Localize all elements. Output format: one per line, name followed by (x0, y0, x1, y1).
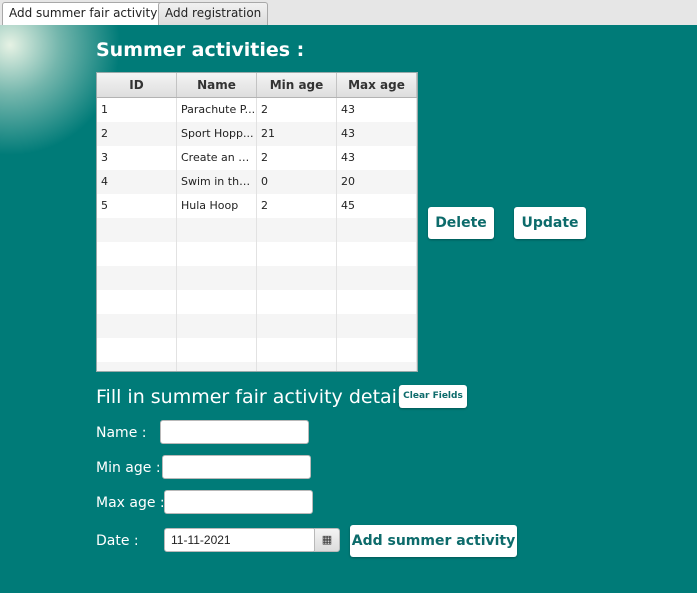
column-header-id[interactable]: ID (97, 73, 177, 97)
table-row[interactable] (97, 218, 417, 242)
table-cell (257, 218, 337, 242)
table-cell: 45 (337, 194, 417, 218)
table-cell: 43 (337, 98, 417, 122)
table-cell (97, 290, 177, 314)
table-cell: 4 (97, 170, 177, 194)
min-age-input[interactable] (162, 455, 311, 479)
table-row[interactable]: 1 Parachute P... 2 43 (97, 98, 417, 122)
table-row[interactable] (97, 338, 417, 362)
table-cell: 21 (257, 122, 337, 146)
table-cell (337, 290, 417, 314)
table-cell (177, 290, 257, 314)
tab-bar: Add summer fair activity✕ Add registrati… (0, 0, 697, 26)
table-cell (177, 338, 257, 362)
table-cell (177, 314, 257, 338)
delete-button[interactable]: Delete (428, 207, 494, 239)
table-cell: 20 (337, 170, 417, 194)
table-cell: 1 (97, 98, 177, 122)
table-row[interactable]: 3 Create an O... 2 43 (97, 146, 417, 170)
table-cell (337, 314, 417, 338)
table-cell (337, 362, 417, 371)
table-cell: 2 (257, 98, 337, 122)
form-title: Fill in summer fair activity details : (96, 386, 425, 408)
table-row[interactable] (97, 266, 417, 290)
table-cell: Hula Hoop (177, 194, 257, 218)
table-row[interactable]: 2 Sport Hopp... 21 43 (97, 122, 417, 146)
table-cell (97, 338, 177, 362)
table-row[interactable]: 4 Swim in the... 0 20 (97, 170, 417, 194)
column-header-max-age[interactable]: Max age (337, 73, 417, 97)
table-cell (337, 242, 417, 266)
tab-label: Add summer fair activity (9, 6, 158, 20)
table-cell: 0 (257, 170, 337, 194)
table-cell (337, 218, 417, 242)
table-cell: 3 (97, 146, 177, 170)
main-panel: Summer activities : ID Name Min age Max … (0, 25, 697, 593)
table-body: 1 Parachute P... 2 43 2 Sport Hopp... 21 43 3 Cre… (97, 98, 417, 371)
tab-add-registration[interactable]: Add registration (158, 2, 269, 25)
table-cell (97, 266, 177, 290)
column-header-name[interactable]: Name (177, 73, 257, 97)
table-cell: 2 (257, 194, 337, 218)
add-summer-activity-button[interactable]: Add summer activity (350, 525, 517, 557)
tab-label: Add registration (165, 6, 262, 20)
table-cell (177, 266, 257, 290)
table-cell: Swim in the... (177, 170, 257, 194)
table-header: ID Name Min age Max age (97, 73, 417, 98)
table-cell (257, 242, 337, 266)
table-cell (97, 314, 177, 338)
tab-add-summer-fair-activity[interactable]: Add summer fair activity✕ (2, 2, 180, 26)
table-cell (257, 290, 337, 314)
update-button[interactable]: Update (514, 207, 586, 239)
table-cell (257, 314, 337, 338)
clear-fields-button[interactable]: Clear Fields (399, 385, 467, 408)
table-cell: 2 (257, 146, 337, 170)
table-row[interactable] (97, 314, 417, 338)
activities-table[interactable]: ID Name Min age Max age 1 Parachute P... 2… (96, 72, 418, 372)
table-cell: Parachute P... (177, 98, 257, 122)
name-label: Name : (96, 425, 147, 441)
date-input[interactable] (164, 528, 316, 552)
table-cell (337, 338, 417, 362)
calendar-icon[interactable]: ▦ (314, 528, 340, 552)
name-input[interactable] (160, 420, 309, 444)
table-cell (97, 242, 177, 266)
table-row[interactable] (97, 290, 417, 314)
table-row[interactable]: 5 Hula Hoop 2 45 (97, 194, 417, 218)
table-cell (177, 218, 257, 242)
table-cell (177, 242, 257, 266)
min-age-label: Min age : (96, 460, 161, 476)
table-cell (97, 362, 177, 371)
table-cell: Create an O... (177, 146, 257, 170)
table-cell: 43 (337, 122, 417, 146)
table-cell (257, 266, 337, 290)
table-cell (257, 362, 337, 371)
page-title: Summer activities : (96, 39, 305, 61)
table-cell (337, 266, 417, 290)
table-cell: 43 (337, 146, 417, 170)
table-row[interactable] (97, 362, 417, 371)
table-cell (257, 338, 337, 362)
table-row[interactable] (97, 242, 417, 266)
date-label: Date : (96, 533, 139, 549)
max-age-input[interactable] (164, 490, 313, 514)
table-cell: 2 (97, 122, 177, 146)
table-cell (177, 362, 257, 371)
table-cell (97, 218, 177, 242)
table-cell: Sport Hopp... (177, 122, 257, 146)
max-age-label: Max age : (96, 495, 165, 511)
table-cell: 5 (97, 194, 177, 218)
column-header-min-age[interactable]: Min age (257, 73, 337, 97)
date-picker[interactable]: ▦ (164, 528, 340, 552)
